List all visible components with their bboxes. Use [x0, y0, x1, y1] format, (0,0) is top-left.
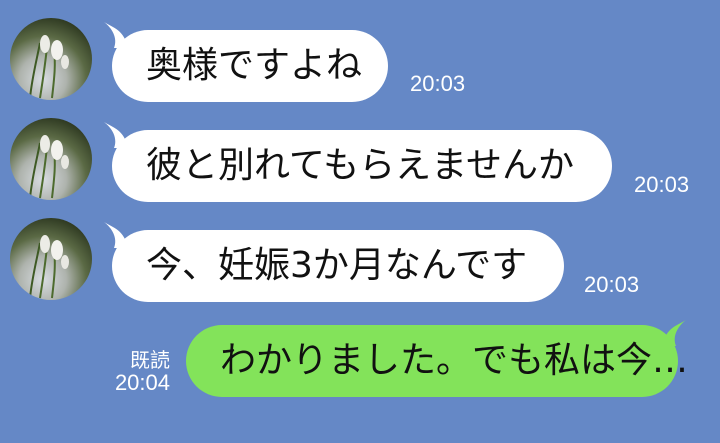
message-text: わかりました。でも私は今…: [220, 340, 689, 381]
chat-area[interactable]: 奥様ですよね 20:03 彼と別れてもらえませんか 20:03 今、妊娠3か月な…: [0, 0, 720, 443]
message-text: 奥様ですよね: [146, 45, 363, 86]
bubble-tail: [662, 320, 686, 346]
snowdrop-flower-icon: [29, 235, 69, 299]
sender-avatar[interactable]: [10, 18, 92, 100]
snowdrop-flower-icon: [29, 35, 69, 99]
sender-avatar[interactable]: [10, 118, 92, 200]
message-timestamp: 20:03: [634, 172, 690, 197]
sender-avatar[interactable]: [10, 218, 92, 300]
read-receipt: 既読: [130, 350, 170, 372]
message-text: 彼と別れてもらえませんか: [146, 145, 575, 186]
snowdrop-flower-icon: [29, 135, 69, 199]
message-timestamp: 20:03: [410, 71, 466, 96]
message-timestamp: 20:03: [584, 272, 640, 297]
message-bubble-incoming[interactable]: 奥様ですよね: [112, 30, 388, 102]
message-bubble-incoming[interactable]: 彼と別れてもらえませんか: [112, 130, 612, 202]
message-bubble-incoming[interactable]: 今、妊娠3か月なんです: [112, 230, 564, 302]
message-timestamp: 20:04: [114, 370, 170, 395]
message-text: 今、妊娠3か月なんです: [146, 245, 528, 286]
message-bubble-outgoing[interactable]: わかりました。でも私は今…: [186, 325, 688, 397]
